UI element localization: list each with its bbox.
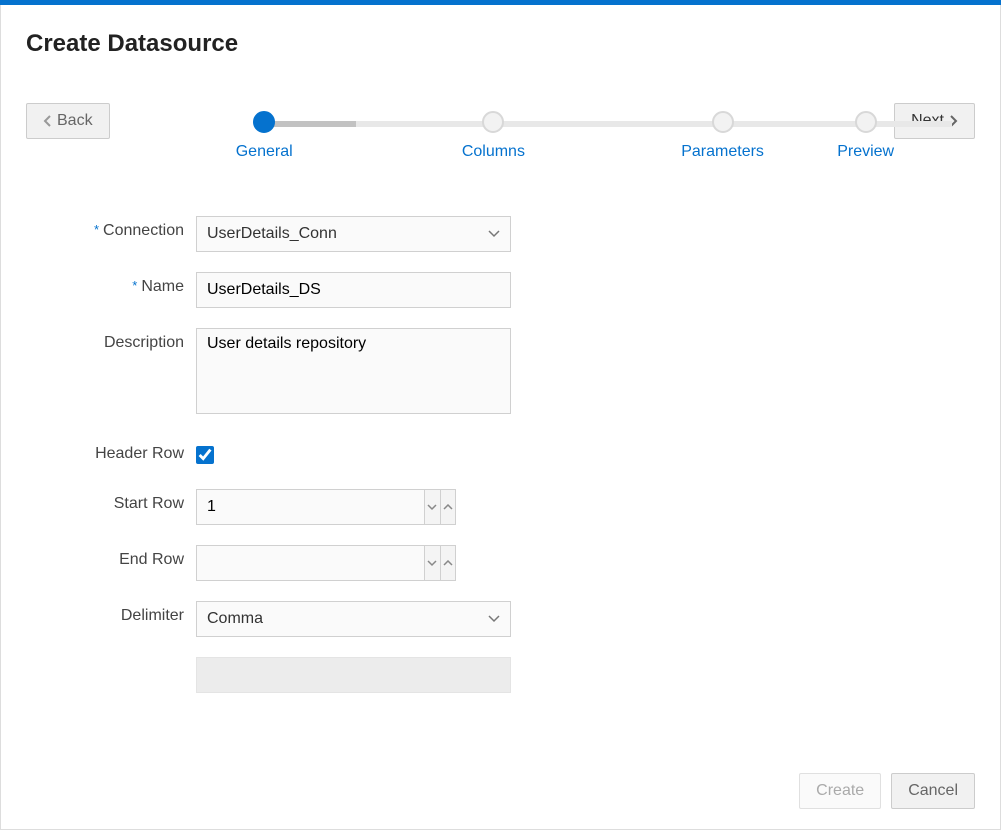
step-label: General [236,143,293,161]
chevron-up-icon [443,560,453,567]
headerrow-label: Header Row [46,439,196,463]
description-control [196,328,511,419]
delimiter-label: Delimiter [46,601,196,625]
chevron-down-icon [488,615,500,623]
label-text: Connection [103,222,184,240]
step-circle-icon [253,111,275,133]
endrow-label: End Row [46,545,196,569]
step-general[interactable]: General [150,111,379,161]
required-asterisk-icon: * [132,278,137,296]
connection-control: UserDetails_Conn [196,216,511,252]
description-row: Description [46,328,975,419]
select-value: Comma [207,610,263,628]
step-label: Parameters [681,143,764,161]
step-connector [723,121,952,127]
step-label: Preview [837,143,894,161]
create-button-label: Create [816,782,864,800]
label-text: Description [104,334,184,352]
step-circle-icon [482,111,504,133]
name-input[interactable] [196,272,511,308]
create-button[interactable]: Create [799,773,881,809]
disabled-field [196,657,511,693]
page-title: Create Datasource [26,30,975,58]
startrow-input[interactable] [197,490,424,524]
connection-row: * Connection UserDetails_Conn [46,216,975,252]
delimiter-control: Comma [196,601,511,637]
chevron-down-icon [427,560,437,567]
startrow-increase-button[interactable] [440,490,456,524]
required-asterisk-icon: * [94,222,99,240]
empty-label [46,657,196,663]
wizard-nav-row: Back General Columns Parameters Preview [26,103,975,161]
chevron-up-icon [443,504,453,511]
endrow-spinner [196,545,456,581]
step-label: Columns [462,143,525,161]
description-label: Description [46,328,196,352]
name-control [196,272,511,308]
label-text: Header Row [95,445,184,463]
endrow-control [196,545,456,581]
step-circle-icon [855,111,877,133]
step-connector [264,121,493,127]
disabled-control [196,657,511,693]
step-circle-icon [712,111,734,133]
endrow-increase-button[interactable] [440,546,456,580]
footer-buttons: Create Cancel [26,773,975,809]
dialog-container: Create Datasource Back General Columns [0,5,1001,830]
form-area: * Connection UserDetails_Conn * Name [26,216,975,693]
endrow-input[interactable] [197,546,424,580]
back-button-label: Back [57,112,93,130]
description-textarea[interactable] [196,328,511,414]
connection-label: * Connection [46,216,196,240]
delimiter-row: Delimiter Comma [46,601,975,637]
endrow-decrease-button[interactable] [424,546,440,580]
label-text: Name [141,278,184,296]
connection-select[interactable]: UserDetails_Conn [196,216,511,252]
delimiter-select[interactable]: Comma [196,601,511,637]
headerrow-checkbox[interactable] [196,446,214,464]
startrow-row: Start Row [46,489,975,525]
select-value: UserDetails_Conn [207,225,337,243]
step-connector [493,121,722,127]
headerrow-control [196,439,214,469]
startrow-spinner [196,489,456,525]
cancel-button[interactable]: Cancel [891,773,975,809]
step-columns[interactable]: Columns [379,111,608,161]
label-text: End Row [119,551,184,569]
cancel-button-label: Cancel [908,782,958,800]
chevron-down-icon [427,504,437,511]
label-text: Delimiter [121,607,184,625]
name-row: * Name [46,272,975,308]
startrow-decrease-button[interactable] [424,490,440,524]
chevron-down-icon [488,230,500,238]
step-parameters[interactable]: Parameters [608,111,837,161]
startrow-control [196,489,456,525]
label-text: Start Row [114,495,184,513]
name-label: * Name [46,272,196,296]
step-preview[interactable]: Preview [837,111,894,161]
chevron-left-icon [43,114,53,128]
wizard-stepper: General Columns Parameters Preview [150,103,895,161]
disabled-row [46,657,975,693]
startrow-label: Start Row [46,489,196,513]
endrow-row: End Row [46,545,975,581]
back-button[interactable]: Back [26,103,110,139]
headerrow-row: Header Row [46,439,975,469]
